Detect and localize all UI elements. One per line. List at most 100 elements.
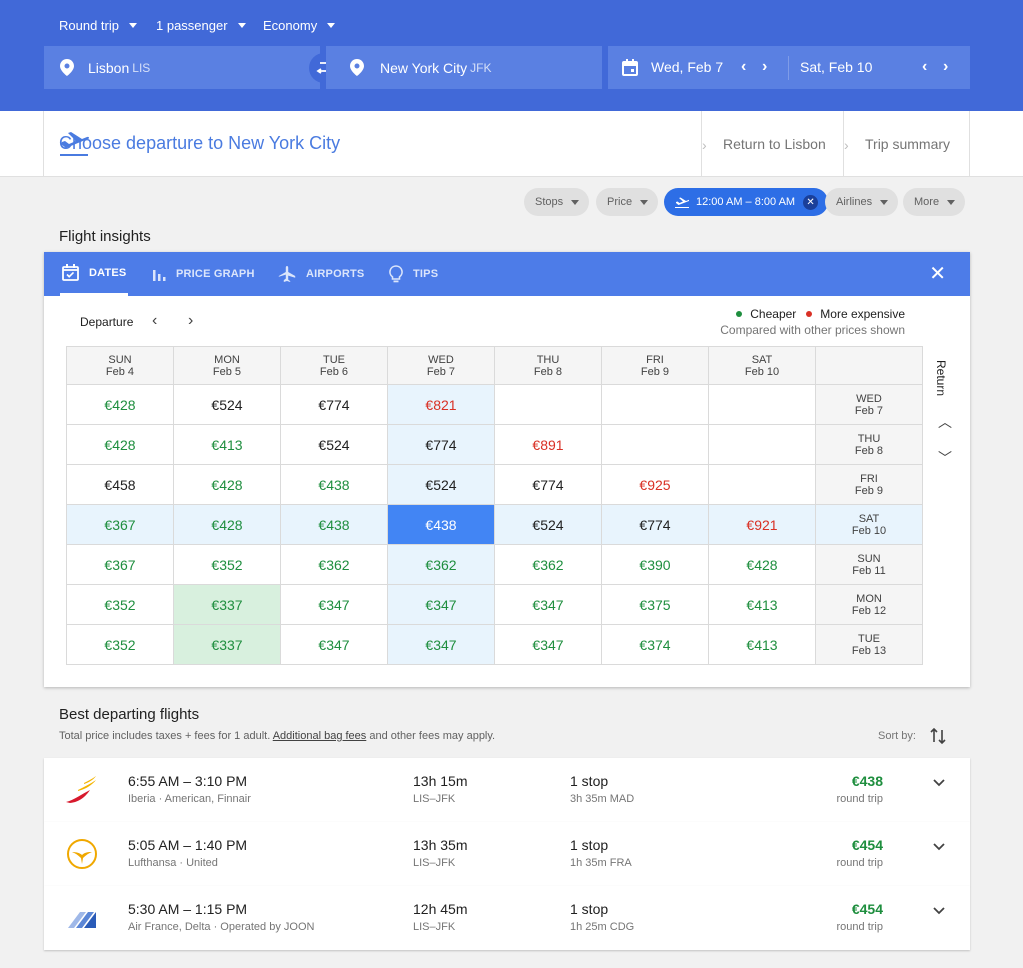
price-cell[interactable]: €337 <box>173 624 281 665</box>
depart-next-button[interactable]: › <box>762 58 767 76</box>
flight-row[interactable]: 6:55 AM – 3:10 PM Iberia · American, Fin… <box>44 758 970 822</box>
origin-field[interactable]: Lisbon LIS <box>44 46 320 89</box>
price-cell[interactable]: €367 <box>66 544 174 585</box>
breadcrumb-return[interactable]: Return to Lisbon <box>723 136 826 152</box>
close-icon[interactable]: ✕ <box>929 264 946 284</box>
tab-price-graph[interactable]: PRICE GRAPH <box>152 252 255 296</box>
price-cell[interactable]: €428 <box>66 384 174 425</box>
price-cell[interactable]: €352 <box>173 544 281 585</box>
price-cell[interactable]: €374 <box>601 624 709 665</box>
price-cell[interactable]: €347 <box>280 624 388 665</box>
departure-column-header[interactable]: THU Feb 8 <box>494 346 602 385</box>
departure-column-header[interactable]: SAT Feb 10 <box>708 346 816 385</box>
price-cell[interactable]: €891 <box>494 424 602 465</box>
bag-fees-link[interactable]: Additional bag fees <box>273 730 367 742</box>
price-cell[interactable]: €438 <box>280 464 388 505</box>
price-cell[interactable]: €367 <box>66 504 174 545</box>
price-cell[interactable]: €774 <box>387 424 495 465</box>
departure-column-header[interactable]: TUE Feb 6 <box>280 346 388 385</box>
filter-time[interactable]: 12:00 AM – 8:00 AM ✕ <box>664 188 829 216</box>
price-cell[interactable]: €428 <box>173 504 281 545</box>
breadcrumb-summary[interactable]: Trip summary <box>865 136 950 152</box>
price-cell[interactable]: €458 <box>66 464 174 505</box>
price-cell <box>601 384 709 425</box>
grid-row: €352 €337 €347 €347 €347 €375 €413 MON Feb 12 <box>66 584 923 625</box>
price-cell[interactable]: €362 <box>387 544 495 585</box>
passengers-select[interactable]: 1 passenger <box>156 18 246 33</box>
depart-prev-button[interactable]: ‹ <box>741 58 746 76</box>
departure-column-header[interactable]: FRI Feb 9 <box>601 346 709 385</box>
price-cell[interactable]: €362 <box>280 544 388 585</box>
price-cell[interactable]: €524 <box>494 504 602 545</box>
flight-row[interactable]: 5:30 AM – 1:15 PM Air France, Delta · Op… <box>44 886 970 950</box>
tab-dates[interactable]: DATES <box>60 252 129 296</box>
filter-more[interactable]: More <box>903 188 966 216</box>
departure-next-button[interactable]: › <box>188 312 193 330</box>
return-row-header[interactable]: SAT Feb 10 <box>815 504 923 545</box>
price-cell[interactable]: €413 <box>173 424 281 465</box>
departure-column-header[interactable]: MON Feb 5 <box>173 346 281 385</box>
price-cell[interactable]: €428 <box>66 424 174 465</box>
return-next-button[interactable]: › <box>943 58 948 76</box>
return-row-header[interactable]: SUN Feb 11 <box>815 544 923 585</box>
departure-column-header[interactable]: WED Feb 7 <box>387 346 495 385</box>
price-cell[interactable]: €428 <box>708 544 816 585</box>
price-cell[interactable]: €413 <box>708 624 816 665</box>
return-down-button[interactable]: ﹀ <box>938 448 952 468</box>
price-cell[interactable]: €921 <box>708 504 816 545</box>
price-cell[interactable]: €352 <box>66 584 174 625</box>
price-cell[interactable]: €347 <box>494 624 602 665</box>
results-title: Best departing flights <box>59 706 200 723</box>
price-cell[interactable]: €413 <box>708 584 816 625</box>
flight-layover: 1h 35m FRA <box>570 857 632 869</box>
price-cell[interactable]: €524 <box>280 424 388 465</box>
sort-icon[interactable] <box>930 727 946 745</box>
return-prev-button[interactable]: ‹ <box>922 58 927 76</box>
price-cell[interactable]: €821 <box>387 384 495 425</box>
destination-field[interactable]: New York City JFK <box>326 46 602 89</box>
dates-field[interactable]: Wed, Feb 7 ‹ › Sat, Feb 10 ‹ › <box>608 46 970 89</box>
grid-row: €367 €428 €438 €438 €524 €774 €921 SAT Feb 10 <box>66 504 923 545</box>
return-row-header[interactable]: WED Feb 7 <box>815 384 923 425</box>
price-cell[interactable]: €352 <box>66 624 174 665</box>
chevron-down-icon[interactable] <box>932 778 946 788</box>
grid-corner <box>815 346 923 385</box>
price-cell[interactable]: €774 <box>280 384 388 425</box>
price-cell[interactable]: €524 <box>173 384 281 425</box>
trip-type-select[interactable]: Round trip <box>59 18 137 33</box>
price-cell[interactable]: €925 <box>601 464 709 505</box>
price-cell[interactable]: €438 <box>387 504 495 545</box>
price-cell[interactable]: €524 <box>387 464 495 505</box>
filter-stops[interactable]: Stops <box>524 188 590 216</box>
price-cell[interactable]: €347 <box>280 584 388 625</box>
return-row-header[interactable]: FRI Feb 9 <box>815 464 923 505</box>
grid-header-row: SUN Feb 4 MON Feb 5 TUE Feb 6 WED Feb 7 THU Feb 8… <box>66 346 923 385</box>
price-cell[interactable]: €774 <box>601 504 709 545</box>
price-cell[interactable]: €347 <box>387 624 495 665</box>
flight-row[interactable]: 5:05 AM – 1:40 PM Lufthansa · United 13h… <box>44 822 970 886</box>
tab-airports[interactable]: AIRPORTS <box>278 252 364 296</box>
price-cell[interactable]: €390 <box>601 544 709 585</box>
chevron-down-icon[interactable] <box>932 842 946 852</box>
row-date: Feb 8 <box>854 444 884 457</box>
price-cell[interactable]: €428 <box>173 464 281 505</box>
tab-tips[interactable]: TIPS <box>389 252 438 296</box>
return-up-button[interactable]: ︿ <box>938 412 952 432</box>
filter-airlines[interactable]: Airlines <box>825 188 899 216</box>
return-row-header[interactable]: MON Feb 12 <box>815 584 923 625</box>
price-cell[interactable]: €774 <box>494 464 602 505</box>
cabin-select[interactable]: Economy <box>263 18 336 33</box>
clear-filter-icon[interactable]: ✕ <box>803 194 819 210</box>
departure-prev-button[interactable]: ‹ <box>152 312 157 330</box>
return-row-header[interactable]: THU Feb 8 <box>815 424 923 465</box>
chevron-down-icon[interactable] <box>932 906 946 916</box>
filter-price[interactable]: Price <box>596 188 659 216</box>
return-row-header[interactable]: TUE Feb 13 <box>815 624 923 665</box>
price-cell[interactable]: €347 <box>387 584 495 625</box>
price-cell[interactable]: €438 <box>280 504 388 545</box>
price-cell[interactable]: €362 <box>494 544 602 585</box>
price-cell[interactable]: €347 <box>494 584 602 625</box>
departure-column-header[interactable]: SUN Feb 4 <box>66 346 174 385</box>
price-cell[interactable]: €337 <box>173 584 281 625</box>
price-cell[interactable]: €375 <box>601 584 709 625</box>
